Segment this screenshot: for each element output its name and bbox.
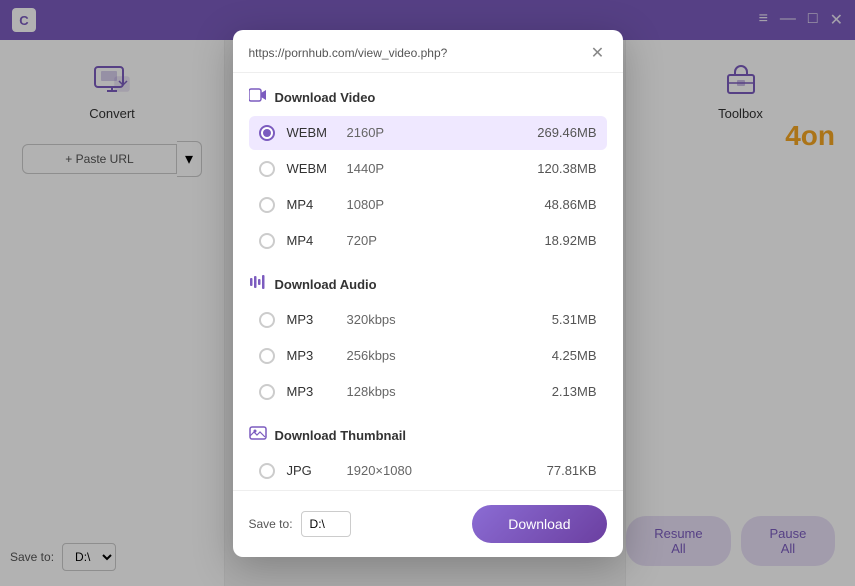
download-options-modal: https://pornhub.com/view_video.php? ✕ Do… [233, 30, 623, 557]
thumbnail-section-header: Download Thumbnail [249, 411, 607, 454]
format-radio[interactable] [259, 463, 275, 479]
footer-save-select[interactable]: D:\ [301, 511, 351, 537]
format-row[interactable]: MP3 128kbps 2.13MB [249, 375, 607, 409]
audio-section-header: Download Audio [249, 260, 607, 303]
format-name: MP4 [287, 197, 347, 212]
audio-section-icon [249, 274, 267, 295]
format-radio[interactable] [259, 161, 275, 177]
format-size: 18.92MB [544, 233, 596, 248]
format-row[interactable]: MP3 320kbps 5.31MB [249, 303, 607, 337]
format-quality: 1920×1080 [347, 463, 547, 478]
modal-body: Download Video WEBM 2160P 269.46MB WEBM … [233, 73, 623, 490]
modal-header: https://pornhub.com/view_video.php? ✕ [233, 30, 623, 73]
format-quality: 320kbps [347, 312, 552, 327]
thumbnail-section-title: Download Thumbnail [275, 428, 406, 443]
format-size: 4.25MB [552, 348, 597, 363]
format-name: MP3 [287, 312, 347, 327]
format-radio[interactable] [259, 197, 275, 213]
video-section-header: Download Video [249, 73, 607, 116]
format-row[interactable]: MP3 256kbps 4.25MB [249, 339, 607, 373]
video-section-icon [249, 87, 267, 108]
format-name: JPG [287, 463, 347, 478]
modal-footer: Save to: D:\ Download [233, 490, 623, 557]
format-size: 77.81KB [547, 463, 597, 478]
format-quality: 2160P [347, 125, 538, 140]
thumbnail-section-icon [249, 425, 267, 446]
footer-save-label: Save to: [249, 517, 293, 531]
audio-section-title: Download Audio [275, 277, 377, 292]
format-row[interactable]: MP4 1080P 48.86MB [249, 188, 607, 222]
format-name: WEBM [287, 125, 347, 140]
format-radio[interactable] [259, 125, 275, 141]
format-size: 120.38MB [537, 161, 596, 176]
modal-overlay: https://pornhub.com/view_video.php? ✕ Do… [0, 0, 855, 586]
format-radio[interactable] [259, 312, 275, 328]
footer-save: Save to: D:\ [249, 511, 351, 537]
format-name: MP3 [287, 384, 347, 399]
format-quality: 256kbps [347, 348, 552, 363]
format-size: 48.86MB [544, 197, 596, 212]
format-quality: 1080P [347, 197, 545, 212]
format-name: MP3 [287, 348, 347, 363]
format-size: 5.31MB [552, 312, 597, 327]
format-name: WEBM [287, 161, 347, 176]
format-radio[interactable] [259, 384, 275, 400]
format-quality: 720P [347, 233, 545, 248]
format-quality: 128kbps [347, 384, 552, 399]
format-row[interactable]: JPG 1920×1080 77.81KB [249, 454, 607, 488]
format-row[interactable]: MP4 720P 18.92MB [249, 224, 607, 258]
format-size: 269.46MB [537, 125, 596, 140]
format-row[interactable]: WEBM 2160P 269.46MB [249, 116, 607, 150]
modal-close-button[interactable]: ✕ [589, 44, 607, 62]
format-size: 2.13MB [552, 384, 597, 399]
format-radio[interactable] [259, 233, 275, 249]
format-row[interactable]: WEBM 1440P 120.38MB [249, 152, 607, 186]
format-quality: 1440P [347, 161, 538, 176]
modal-url: https://pornhub.com/view_video.php? [249, 46, 589, 60]
download-button[interactable]: Download [472, 505, 606, 543]
format-name: MP4 [287, 233, 347, 248]
format-radio[interactable] [259, 348, 275, 364]
video-section-title: Download Video [275, 90, 376, 105]
